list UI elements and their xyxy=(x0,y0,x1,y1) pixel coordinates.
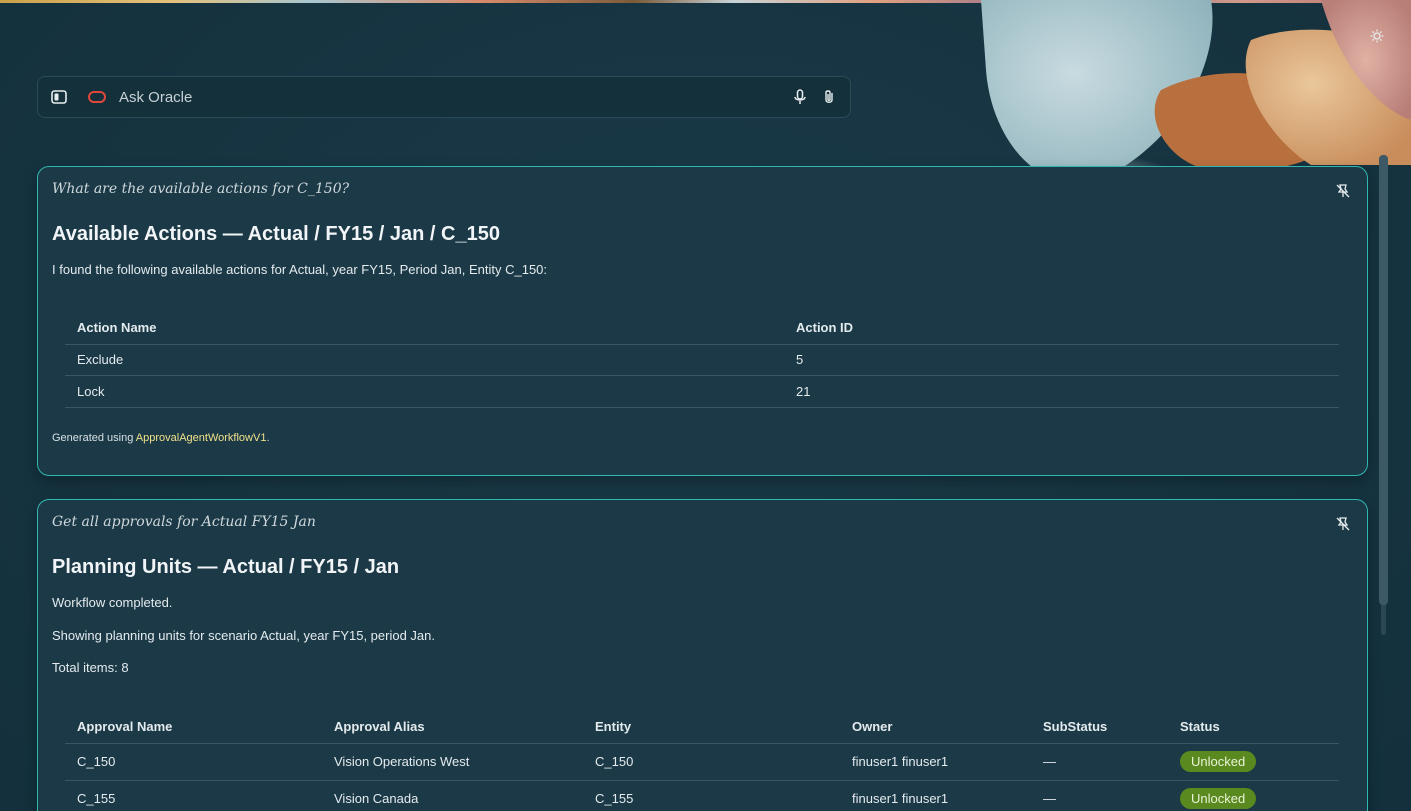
column-header: Approval Name xyxy=(65,711,322,744)
page: What are the available actions for C_150… xyxy=(0,0,1411,811)
column-header: Action ID xyxy=(784,312,1339,345)
column-header: Status xyxy=(1168,711,1339,744)
sun-icon xyxy=(1370,29,1384,43)
column-header: Entity xyxy=(583,711,840,744)
owner: finuser1 finuser1 xyxy=(840,780,1031,811)
scrollbar[interactable] xyxy=(1379,155,1388,635)
status-cell: Unlocked xyxy=(1168,780,1339,811)
actions-table: Action Name Action ID Exclude 5 Lock 21 xyxy=(65,312,1339,408)
workflow-status-text: Workflow completed. xyxy=(52,595,173,610)
generated-note: Generated using ApprovalAgentWorkflowV1. xyxy=(52,432,270,444)
oracle-icon xyxy=(88,91,106,103)
status-badge: Unlocked xyxy=(1180,788,1257,809)
user-query: Get all approvals for Actual FY15 Jan xyxy=(52,514,316,530)
column-header: Approval Alias xyxy=(322,711,583,744)
generated-prefix: Generated using xyxy=(52,432,136,444)
table-header-row: Approval Name Approval Alias Entity Owne… xyxy=(65,711,1339,744)
entity: C_155 xyxy=(583,780,840,811)
banner-strip xyxy=(0,0,1411,3)
user-query: What are the available actions for C_150… xyxy=(52,181,350,197)
ask-input[interactable] xyxy=(119,88,780,106)
action-id: 5 xyxy=(784,344,1339,376)
planning-units-table: Approval Name Approval Alias Entity Owne… xyxy=(65,711,1339,811)
total-items-text: Total items: 8 xyxy=(52,660,129,675)
response-card-actions: What are the available actions for C_150… xyxy=(37,166,1368,476)
column-header: SubStatus xyxy=(1031,711,1168,744)
panel-toggle-icon[interactable] xyxy=(50,88,68,106)
scrollbar-thumb[interactable] xyxy=(1379,155,1388,605)
response-intro: I found the following available actions … xyxy=(52,262,548,277)
table-row[interactable]: Exclude 5 xyxy=(65,344,1339,376)
workflow-link[interactable]: ApprovalAgentWorkflowV1 xyxy=(136,432,267,444)
table-row[interactable]: Lock 21 xyxy=(65,375,1339,408)
column-header: Action Name xyxy=(65,312,784,345)
entity: C_150 xyxy=(583,743,840,781)
response-title: Planning Units — Actual / FY15 / Jan xyxy=(52,556,400,578)
generated-suffix: . xyxy=(266,432,270,444)
column-header: Owner xyxy=(840,711,1031,744)
approval-alias: Vision Canada xyxy=(322,780,583,811)
action-name: Exclude xyxy=(65,344,784,376)
response-title: Available Actions — Actual / FY15 / Jan … xyxy=(52,223,500,245)
ask-bar xyxy=(37,76,851,118)
pin-icon[interactable] xyxy=(1335,516,1351,532)
table-row[interactable]: C_150 Vision Operations West C_150 finus… xyxy=(65,743,1339,781)
substatus: — xyxy=(1031,780,1168,811)
owner: finuser1 finuser1 xyxy=(840,743,1031,781)
mic-icon[interactable] xyxy=(791,88,809,106)
paperclip-icon[interactable] xyxy=(820,88,838,106)
approval-name: C_150 xyxy=(65,743,322,781)
table-header-row: Action Name Action ID xyxy=(65,312,1339,345)
response-card-approvals: Get all approvals for Actual FY15 Jan Pl… xyxy=(37,499,1368,811)
scope-text: Showing planning units for scenario Actu… xyxy=(52,628,436,643)
approval-name: C_155 xyxy=(65,780,322,811)
status-badge: Unlocked xyxy=(1180,751,1257,772)
action-id: 21 xyxy=(784,375,1339,408)
status-cell: Unlocked xyxy=(1168,743,1339,781)
theme-toggle-button[interactable] xyxy=(1366,25,1388,47)
table-row[interactable]: C_155 Vision Canada C_155 finuser1 finus… xyxy=(65,780,1339,811)
substatus: — xyxy=(1031,743,1168,781)
action-name: Lock xyxy=(65,375,784,408)
approval-alias: Vision Operations West xyxy=(322,743,583,781)
pin-icon[interactable] xyxy=(1335,183,1351,199)
